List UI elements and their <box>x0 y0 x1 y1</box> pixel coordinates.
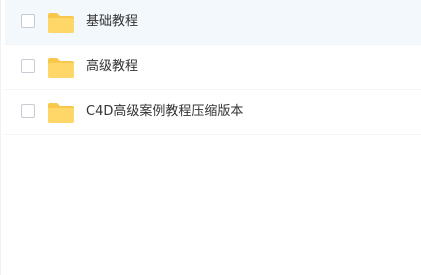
folder-icon <box>48 103 74 123</box>
row-checkbox[interactable] <box>21 59 35 73</box>
file-name[interactable]: C4D高级案例教程压缩版本 <box>86 103 243 121</box>
file-name[interactable]: 基础教程 <box>86 13 138 31</box>
folder-icon <box>48 13 74 33</box>
row-checkbox[interactable] <box>21 14 35 28</box>
file-row[interactable]: 高级教程 <box>5 45 421 90</box>
file-row[interactable]: 基础教程 <box>5 0 421 45</box>
file-list: 基础教程 高级教程 C4D高级案例教程压缩版本 <box>0 0 421 275</box>
folder-icon <box>48 58 74 78</box>
file-row[interactable]: C4D高级案例教程压缩版本 <box>5 90 421 135</box>
row-checkbox[interactable] <box>21 104 35 118</box>
file-name[interactable]: 高级教程 <box>86 58 138 76</box>
